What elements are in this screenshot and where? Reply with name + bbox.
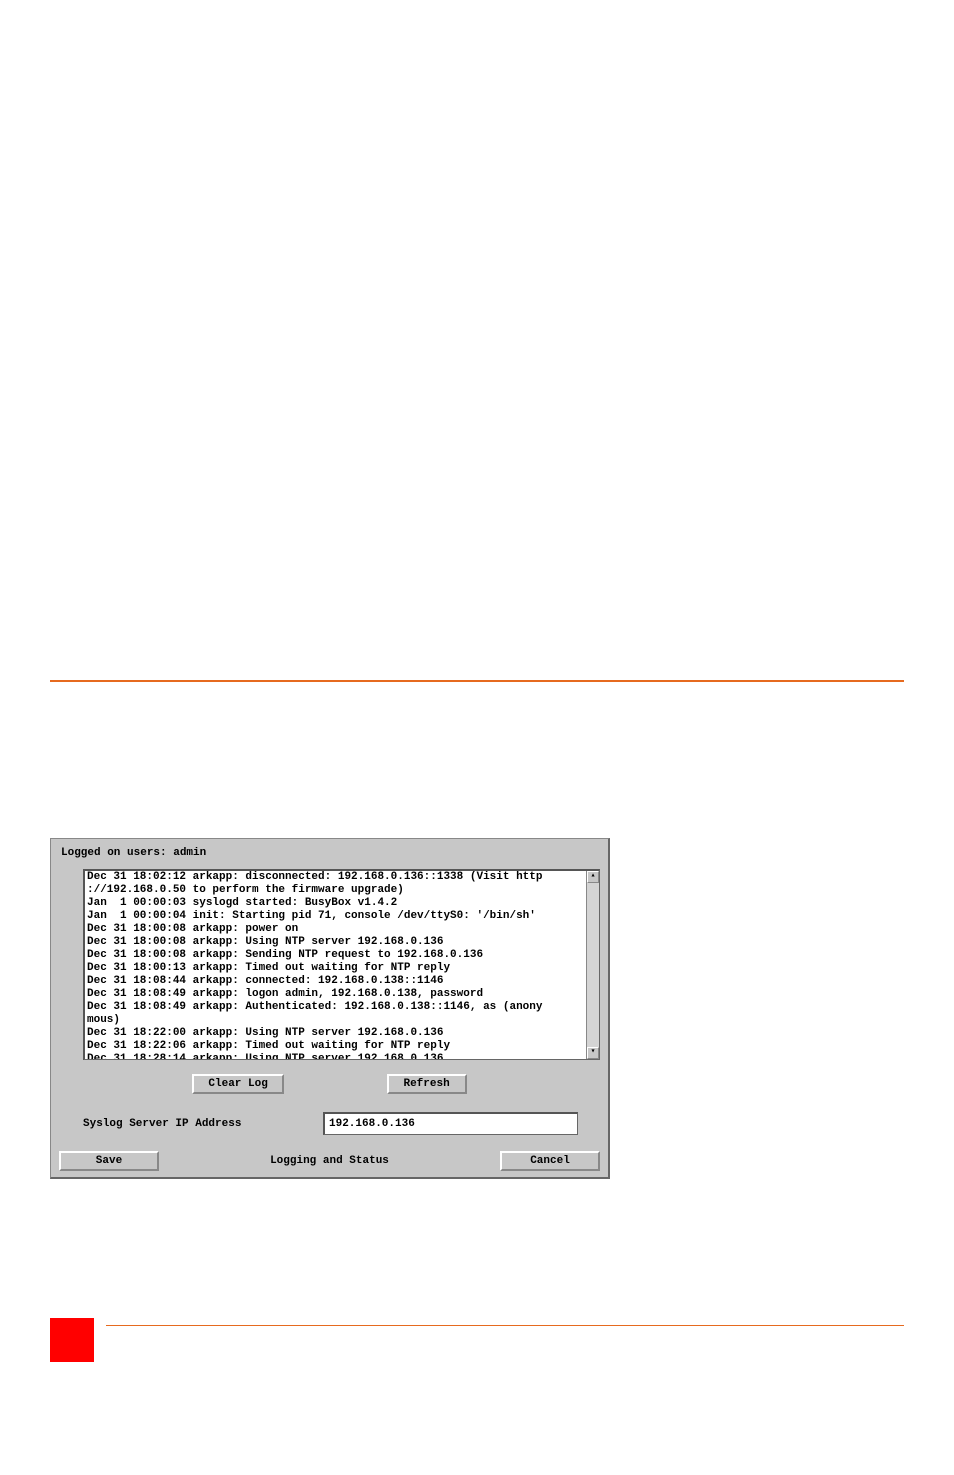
- syslog-server-label: Syslog Server IP Address: [83, 1118, 323, 1130]
- logging-status-panel: Logged on users: admin Dec 31 18:02:12 a…: [50, 838, 610, 1179]
- scroll-up-icon[interactable]: ▴: [587, 871, 599, 883]
- scroll-down-icon[interactable]: ▾: [587, 1047, 599, 1059]
- cancel-button[interactable]: Cancel: [500, 1151, 600, 1171]
- log-output-box: Dec 31 18:02:12 arkapp: disconnected: 19…: [83, 869, 600, 1060]
- syslog-row: Syslog Server IP Address: [83, 1112, 598, 1135]
- syslog-server-input[interactable]: [323, 1112, 578, 1135]
- panel-title: Logging and Status: [159, 1155, 500, 1167]
- log-content-text: Dec 31 18:02:12 arkapp: disconnected: 19…: [87, 871, 587, 1060]
- divider-top: [50, 680, 904, 682]
- log-buttons-row: Clear Log Refresh: [61, 1074, 598, 1094]
- logged-on-users-label: Logged on users: admin: [61, 847, 598, 859]
- refresh-button[interactable]: Refresh: [387, 1074, 467, 1094]
- clear-log-button[interactable]: Clear Log: [192, 1074, 283, 1094]
- red-square-icon: [50, 1318, 94, 1362]
- save-button[interactable]: Save: [59, 1151, 159, 1171]
- scrollbar-track[interactable]: ▴ ▾: [586, 871, 599, 1059]
- divider-bottom: [106, 1325, 904, 1326]
- bottom-buttons-row: Save Logging and Status Cancel: [59, 1151, 600, 1171]
